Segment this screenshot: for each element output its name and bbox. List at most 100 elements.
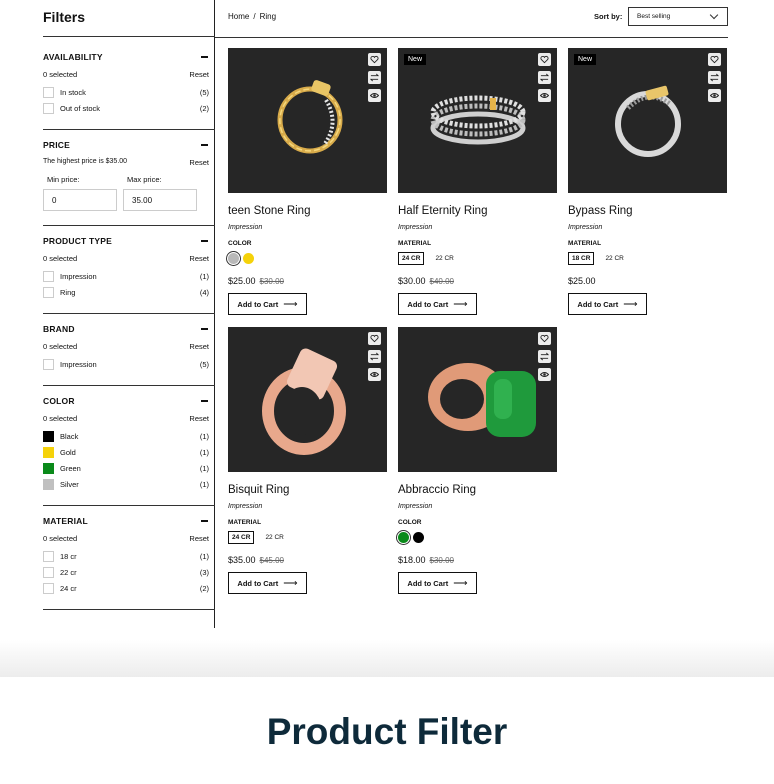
option-label: In stock [60, 87, 86, 97]
collapse-icon[interactable] [201, 240, 208, 242]
compare-icon[interactable] [368, 71, 381, 84]
add-to-cart-button[interactable]: Add to Cart ⟶ [568, 293, 647, 315]
compare-icon[interactable] [538, 350, 551, 363]
brand-header[interactable]: BRAND [43, 323, 209, 335]
option-label: Silver [60, 479, 79, 489]
wishlist-heart-icon[interactable] [368, 53, 381, 66]
wishlist-heart-icon[interactable] [708, 53, 721, 66]
quick-view-eye-icon[interactable] [368, 89, 381, 102]
color-option-gold[interactable]: Gold (1) [43, 444, 209, 460]
product-image[interactable]: New [568, 48, 727, 193]
material-option-22cr[interactable]: 22 CR [432, 253, 456, 264]
product-card[interactable]: teen Stone Ring Impression COLOR $25.00 … [228, 48, 387, 315]
compare-icon[interactable] [368, 350, 381, 363]
color-option-black[interactable] [413, 531, 424, 543]
availability-reset-link[interactable]: Reset [189, 70, 209, 79]
quick-view-eye-icon[interactable] [368, 368, 381, 381]
min-price-input[interactable]: 0 [43, 189, 117, 211]
color-swatch[interactable] [43, 430, 54, 442]
collapse-icon[interactable] [201, 144, 208, 146]
option-count: (5) [199, 87, 209, 97]
color-swatch[interactable] [43, 446, 54, 458]
add-to-cart-button[interactable]: Add to Cart ⟶ [398, 293, 477, 315]
checkbox[interactable] [43, 358, 54, 370]
compare-icon[interactable] [708, 71, 721, 84]
brand-option-impression[interactable]: Impression (5) [43, 356, 209, 372]
add-to-cart-button[interactable]: Add to Cart ⟶ [398, 572, 477, 594]
color-option-green[interactable]: Green (1) [43, 460, 209, 476]
product-type-option-ring[interactable]: Ring (4) [43, 284, 209, 300]
product-name[interactable]: Half Eternity Ring [398, 205, 557, 217]
color-swatch[interactable] [43, 478, 54, 490]
collapse-icon[interactable] [201, 328, 208, 330]
product-image[interactable]: New [398, 48, 557, 193]
product-name[interactable]: teen Stone Ring [228, 205, 387, 217]
material-option-18cr[interactable]: 18 CR [568, 251, 595, 265]
checkbox[interactable] [43, 270, 54, 282]
material-reset-link[interactable]: Reset [189, 534, 209, 543]
color-option-gold[interactable] [243, 252, 254, 264]
material-option-24cr[interactable]: 24 CR [398, 251, 425, 265]
product-image[interactable] [398, 327, 557, 472]
product-name[interactable]: Bisquit Ring [228, 484, 387, 496]
availability-header[interactable]: AVAILABILITY [43, 51, 209, 63]
new-badge: New [574, 54, 597, 65]
availability-option-in-stock[interactable]: In stock (5) [43, 84, 209, 100]
divider [43, 313, 215, 314]
price-reset-link[interactable]: Reset [189, 158, 209, 167]
compare-icon[interactable] [538, 71, 551, 84]
product-card[interactable]: New Half Eternity Ring Impression MATERI… [398, 48, 557, 315]
product-name[interactable]: Bypass Ring [568, 205, 727, 217]
product-card[interactable]: New Bypass Ring Impression MATERIAL 18 C… [568, 48, 727, 315]
availability-option-out-of-stock[interactable]: Out of stock (2) [43, 100, 209, 116]
checkbox[interactable] [43, 550, 54, 562]
color-option-black[interactable]: Black (1) [43, 428, 209, 444]
wishlist-heart-icon[interactable] [538, 332, 551, 345]
color-option-silver[interactable]: Silver (1) [43, 476, 209, 492]
product-card[interactable]: Bisquit Ring Impression MATERIAL 24 CR 2… [228, 327, 387, 594]
product-image[interactable] [228, 48, 387, 193]
collapse-icon[interactable] [201, 56, 208, 58]
product-price: $25.00 [568, 276, 596, 286]
material-selected: 0 selected [43, 534, 78, 543]
brand-reset-link[interactable]: Reset [189, 342, 209, 351]
material-option-22cr[interactable]: 22 CR [262, 532, 286, 543]
product-name[interactable]: Abbraccio Ring [398, 484, 557, 496]
checkbox[interactable] [43, 582, 54, 594]
material-option-22cr[interactable]: 22 cr (3) [43, 564, 209, 580]
arrow-right-icon: ⟶ [453, 298, 468, 310]
product-image[interactable] [228, 327, 387, 472]
attribute-label: COLOR [398, 519, 422, 526]
add-to-cart-button[interactable]: Add to Cart ⟶ [228, 572, 307, 594]
breadcrumb-home-link[interactable]: Home [228, 12, 249, 21]
color-swatch[interactable] [43, 462, 54, 474]
collapse-icon[interactable] [201, 520, 208, 522]
material-option-18cr[interactable]: 18 cr (1) [43, 548, 209, 564]
product-type-option-impression[interactable]: Impression (1) [43, 268, 209, 284]
max-price-input[interactable]: 35.00 [123, 189, 197, 211]
price-header[interactable]: PRICE [43, 139, 209, 151]
product-card[interactable]: Abbraccio Ring Impression COLOR $18.00 $… [398, 327, 557, 594]
color-option-green[interactable] [398, 531, 409, 543]
material-option-24cr[interactable]: 24 cr (2) [43, 580, 209, 596]
quick-view-eye-icon[interactable] [708, 89, 721, 102]
checkbox[interactable] [43, 286, 54, 298]
checkbox[interactable] [43, 102, 54, 114]
checkbox[interactable] [43, 566, 54, 578]
quick-view-eye-icon[interactable] [538, 89, 551, 102]
product-type-reset-link[interactable]: Reset [189, 254, 209, 263]
collapse-icon[interactable] [201, 400, 208, 402]
wishlist-heart-icon[interactable] [538, 53, 551, 66]
sort-select[interactable]: Best selling [628, 7, 728, 26]
product-type-header[interactable]: PRODUCT TYPE [43, 235, 209, 247]
material-option-22cr[interactable]: 22 CR [602, 253, 626, 264]
add-to-cart-button[interactable]: Add to Cart ⟶ [228, 293, 307, 315]
quick-view-eye-icon[interactable] [538, 368, 551, 381]
wishlist-heart-icon[interactable] [368, 332, 381, 345]
checkbox[interactable] [43, 86, 54, 98]
color-option-silver[interactable] [228, 252, 239, 264]
material-option-24cr[interactable]: 24 CR [228, 530, 255, 544]
color-reset-link[interactable]: Reset [189, 414, 209, 423]
material-header[interactable]: MATERIAL [43, 515, 209, 527]
color-header[interactable]: COLOR [43, 395, 209, 407]
